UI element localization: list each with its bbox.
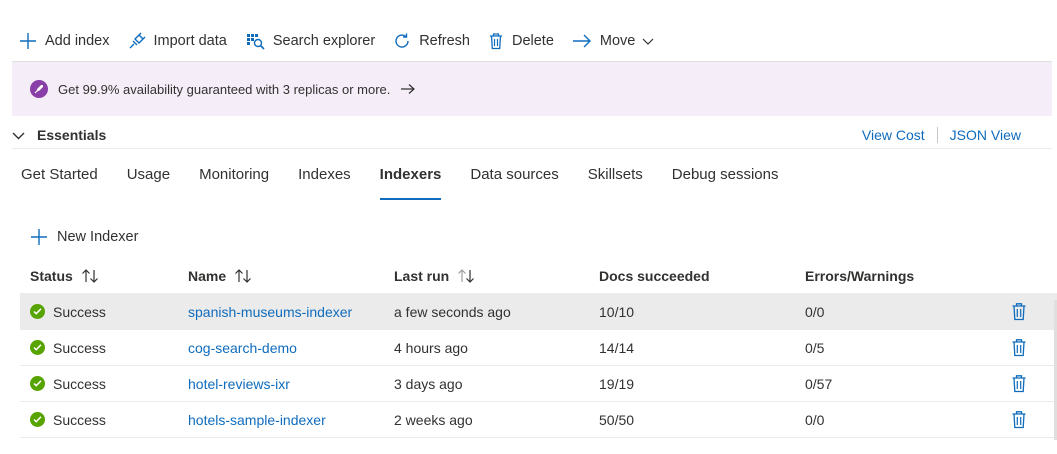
search-explorer-button[interactable]: Search explorer	[245, 24, 375, 58]
docs-succeeded-text: 50/50	[599, 411, 635, 428]
errors-warnings-text: 0/0	[805, 303, 825, 320]
new-indexer-label: New Indexer	[57, 229, 139, 245]
add-index-button[interactable]: Add index	[19, 24, 110, 58]
delete-button[interactable]: Delete	[488, 24, 554, 58]
column-docs-label: Docs succeeded	[599, 267, 710, 284]
success-check-icon	[30, 340, 45, 355]
last-run-text: a few seconds ago	[394, 303, 511, 320]
success-check-icon	[30, 376, 45, 391]
column-last-run-label: Last run	[394, 267, 450, 284]
json-view-link[interactable]: JSON View	[950, 127, 1021, 143]
tab-skillsets[interactable]: Skillsets	[588, 149, 643, 201]
delete-row-button[interactable]	[1011, 374, 1027, 393]
essentials-toggle[interactable]: Essentials	[12, 127, 106, 143]
tab-debug-sessions[interactable]: Debug sessions	[672, 149, 779, 201]
status-text: Success	[53, 411, 106, 428]
table-row[interactable]: Success hotel-reviews-ixr 3 days ago 19/…	[20, 366, 1057, 402]
move-label: Move	[599, 33, 636, 49]
table-row[interactable]: Success hotels-sample-indexer 2 weeks ag…	[20, 402, 1057, 438]
sort-icon	[235, 268, 252, 283]
rocket-icon	[30, 80, 48, 98]
delete-row-button[interactable]	[1011, 302, 1027, 321]
column-status[interactable]: Status	[20, 268, 188, 284]
last-run-text: 3 days ago	[394, 375, 463, 392]
docs-succeeded-text: 14/14	[599, 339, 635, 356]
table-row[interactable]: Success cog-search-demo 4 hours ago 14/1…	[20, 330, 1057, 366]
trash-icon	[1012, 339, 1026, 357]
success-check-icon	[30, 412, 45, 427]
plus-icon	[31, 229, 47, 245]
column-name-label: Name	[188, 267, 227, 284]
add-index-label: Add index	[45, 33, 110, 49]
indexers-table: Status Name Last run Docs succeeded Erro…	[20, 258, 1057, 438]
essentials-links: View Cost JSON View	[862, 127, 1021, 143]
essentials-header: Essentials View Cost JSON View	[12, 122, 1052, 148]
chevron-down-icon	[642, 38, 654, 45]
errors-warnings-text: 0/0	[805, 411, 825, 428]
tab-indexers[interactable]: Indexers	[379, 149, 441, 201]
tab-bar: Get Started Usage Monitoring Indexes Ind…	[12, 148, 1052, 200]
essentials-title: Essentials	[37, 127, 107, 143]
refresh-label: Refresh	[419, 33, 470, 49]
new-indexer-button[interactable]: New Indexer	[30, 224, 138, 250]
import-data-label: Import data	[153, 33, 227, 49]
docs-succeeded-text: 10/10	[599, 303, 635, 320]
delete-row-button[interactable]	[1011, 410, 1027, 429]
table-row[interactable]: Success spanish-museums-indexer a few se…	[20, 294, 1057, 330]
command-bar: Add index Import data Search explorer Re…	[0, 24, 1057, 58]
tab-monitoring[interactable]: Monitoring	[199, 149, 269, 201]
trash-icon	[1012, 375, 1026, 393]
indexer-name-link[interactable]: spanish-museums-indexer	[188, 304, 352, 320]
tab-indexes[interactable]: Indexes	[298, 149, 351, 201]
last-run-text: 2 weeks ago	[394, 411, 473, 428]
column-errors-warnings: Errors/Warnings	[805, 268, 1005, 284]
table-header: Status Name Last run Docs succeeded Erro…	[20, 258, 1057, 294]
delete-label: Delete	[511, 33, 554, 49]
indexer-name-link[interactable]: hotels-sample-indexer	[188, 412, 326, 428]
column-status-label: Status	[30, 267, 73, 284]
plug-icon	[129, 32, 145, 49]
banner-text: Get 99.9% availability guaranteed with 3…	[58, 81, 391, 97]
tab-data-sources[interactable]: Data sources	[470, 149, 558, 201]
search-explorer-icon	[246, 34, 265, 50]
errors-warnings-text: 0/57	[805, 375, 833, 392]
status-text: Success	[53, 339, 106, 356]
chevron-down-icon	[12, 132, 25, 139]
success-check-icon	[30, 304, 45, 319]
plus-icon	[20, 33, 36, 49]
refresh-button[interactable]: Refresh	[393, 24, 470, 58]
import-data-button[interactable]: Import data	[128, 24, 227, 58]
column-errors-label: Errors/Warnings	[805, 267, 915, 284]
indexer-name-link[interactable]: cog-search-demo	[188, 340, 297, 356]
move-button[interactable]: Move	[572, 24, 654, 58]
arrow-right-icon	[401, 84, 416, 94]
column-docs-succeeded: Docs succeeded	[599, 268, 805, 284]
arrow-right-icon	[572, 34, 591, 48]
trash-icon	[489, 33, 502, 50]
docs-succeeded-text: 19/19	[599, 375, 635, 392]
last-run-text: 4 hours ago	[394, 339, 468, 356]
view-cost-link[interactable]: View Cost	[862, 127, 925, 143]
errors-warnings-text: 0/5	[805, 339, 825, 356]
status-text: Success	[53, 303, 106, 320]
sort-icon	[458, 268, 475, 283]
tab-usage[interactable]: Usage	[127, 149, 170, 201]
delete-row-button[interactable]	[1011, 338, 1027, 357]
indexer-name-link[interactable]: hotel-reviews-ixr	[188, 376, 290, 392]
column-name[interactable]: Name	[188, 268, 394, 284]
trash-icon	[1012, 411, 1026, 429]
trash-icon	[1012, 303, 1026, 321]
tab-get-started[interactable]: Get Started	[21, 149, 98, 201]
search-explorer-label: Search explorer	[272, 33, 376, 49]
column-last-run[interactable]: Last run	[394, 268, 599, 284]
sort-icon	[81, 268, 98, 283]
info-banner[interactable]: Get 99.9% availability guaranteed with 3…	[12, 61, 1052, 116]
link-divider	[936, 127, 938, 143]
status-text: Success	[53, 375, 106, 392]
refresh-icon	[395, 33, 409, 48]
